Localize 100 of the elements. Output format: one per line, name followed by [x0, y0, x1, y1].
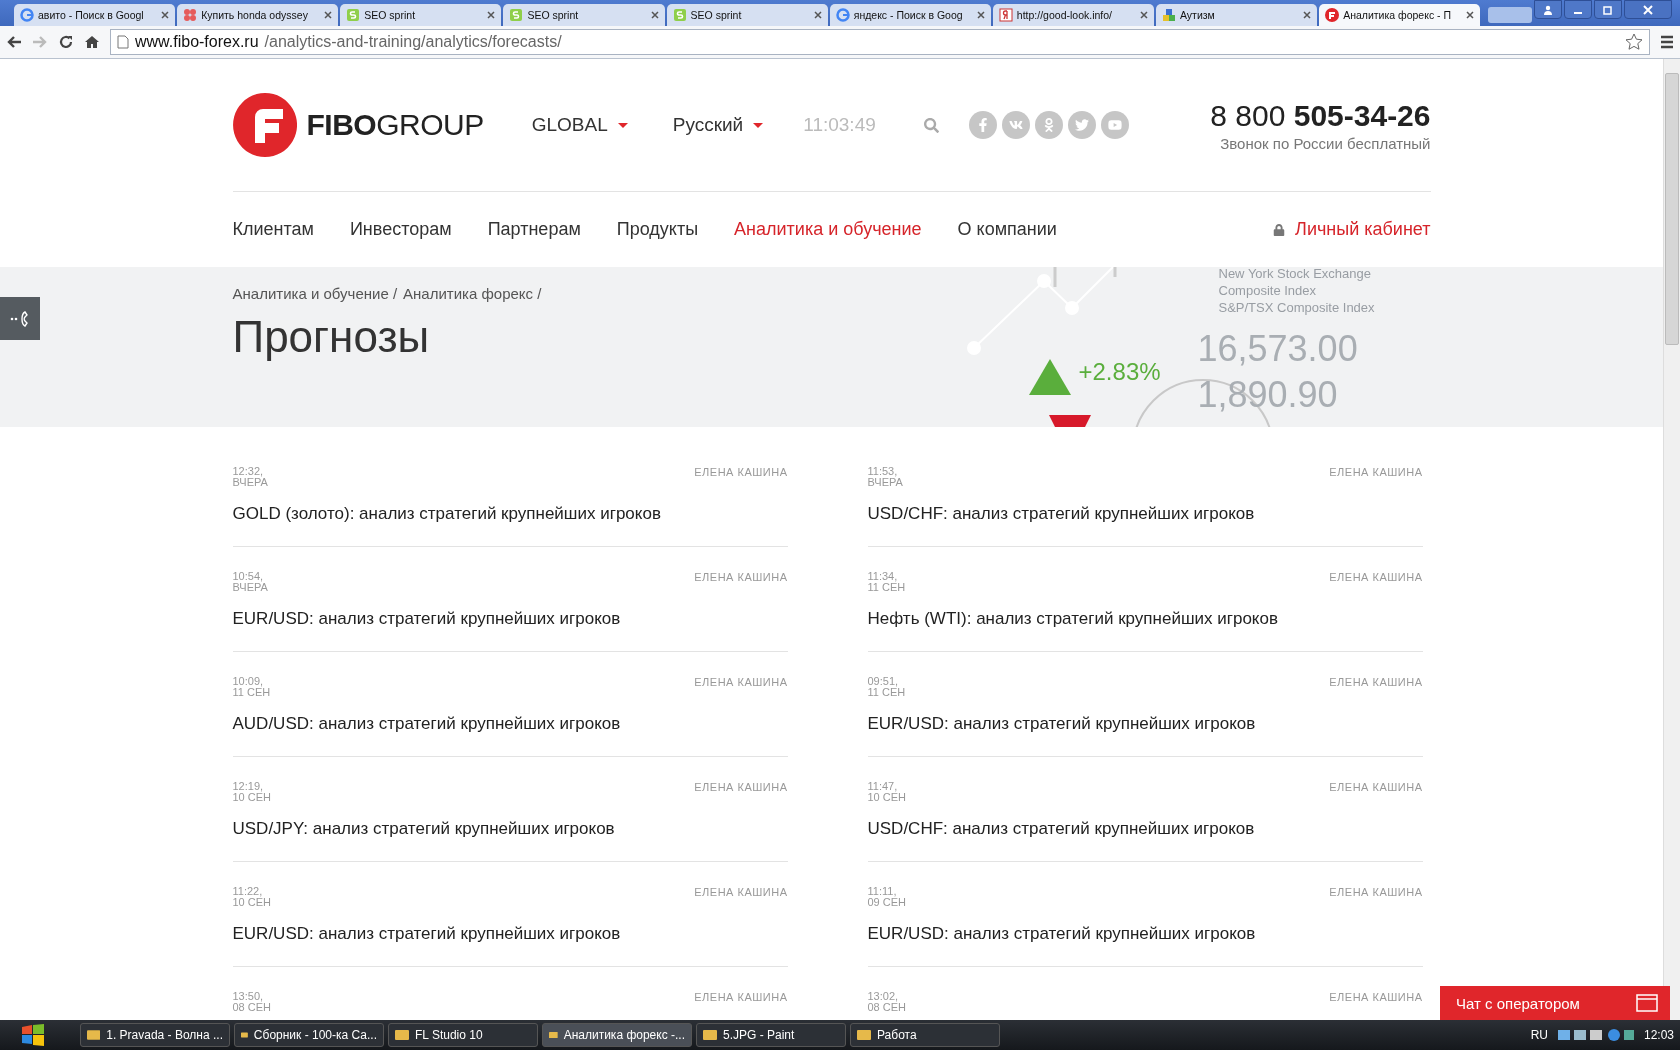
article-time: 11:47,	[867, 781, 899, 792]
browser-tab[interactable]: Аналитика форекс - П	[1319, 4, 1481, 26]
article-date: 11 СЕН	[867, 687, 906, 698]
brand-name: FIBOGROUP	[306, 108, 484, 142]
close-icon[interactable]	[813, 11, 822, 19]
index-value: 1,890.90	[1197, 375, 1338, 415]
nav-link[interactable]: Аналитика и обучение	[734, 219, 922, 240]
maximize-button[interactable]	[1594, 0, 1622, 19]
article-link[interactable]: GOLD (золото): анализ стратегий крупнейших игроков	[232, 504, 788, 524]
fibo-logo-icon[interactable]	[232, 93, 297, 157]
article-link[interactable]: EUR/USD: анализ стратегий крупнейших игроков	[867, 924, 1423, 944]
menu-icon[interactable]	[1660, 35, 1674, 49]
scrollbar[interactable]	[1663, 59, 1680, 1020]
article-author: ЕЛЕНА КАШИНА	[1329, 991, 1423, 1005]
nav-link[interactable]: Партнерам	[487, 219, 581, 240]
breadcrumb-link[interactable]: Аналитика форекс /	[403, 285, 542, 302]
article-time: 11:34,	[867, 571, 899, 582]
close-icon[interactable]	[650, 11, 659, 19]
article-link[interactable]: Нефть (WTI): анализ стратегий крупнейших игроков	[867, 609, 1423, 629]
article-author: ЕЛЕНА КАШИНА	[694, 991, 788, 1005]
close-icon	[1643, 4, 1653, 15]
reload-icon[interactable]	[58, 34, 74, 50]
article-author: ЕЛЕНА КАШИНА	[694, 571, 788, 585]
nav-link[interactable]: Клиентам	[232, 219, 314, 240]
system-clock: 12:03	[1643, 1028, 1674, 1042]
phone-note: Звонок по России бесплатный	[1220, 134, 1431, 152]
app-icon	[857, 1029, 871, 1041]
article-date: 08 СЕН	[232, 1002, 272, 1013]
taskbar-item[interactable]: Сборник - 100-ка Са...	[234, 1023, 384, 1047]
star-icon[interactable]	[1625, 33, 1643, 51]
article-author: ЕЛЕНА КАШИНА	[1329, 886, 1423, 900]
browser-tab[interactable]: SEO sprint	[503, 4, 665, 26]
nav-link[interactable]: Продукты	[616, 219, 699, 240]
app-icon	[395, 1029, 409, 1041]
callback-button[interactable]	[0, 297, 40, 340]
current-time: 11:03:49	[803, 114, 876, 136]
article-author: ЕЛЕНА КАШИНА	[1329, 781, 1423, 795]
article-time: 13:02,	[867, 991, 900, 1002]
article-date: ВЧЕРА	[232, 477, 268, 488]
article-link[interactable]: USD/CHF: анализ стратегий крупнейших игроков	[867, 819, 1423, 839]
article-link[interactable]: EUR/USD: анализ стратегий крупнейших игроков	[232, 609, 788, 629]
breadcrumb-link[interactable]: Аналитика и обучение /	[232, 285, 398, 302]
down-triangle-icon	[1048, 415, 1091, 427]
article-author: ЕЛЕНА КАШИНА	[1329, 466, 1423, 480]
input-language[interactable]: RU	[1530, 1028, 1548, 1042]
minimize-icon	[1574, 11, 1582, 14]
close-icon[interactable]	[1466, 11, 1475, 19]
address-bar[interactable]: www.fibo-forex.ru /analytics-and-training/analytics/forecasts/	[110, 29, 1650, 55]
taskbar-item[interactable]: 5.JPG - Paint	[696, 1023, 846, 1047]
article-link[interactable]: USD/CHF: анализ стратегий крупнейших игроков	[867, 504, 1423, 524]
browser-tab[interactable]: SEO sprint	[340, 4, 502, 26]
app-icon	[549, 1029, 558, 1041]
close-icon[interactable]	[1303, 11, 1312, 19]
blocks-icon	[1162, 8, 1176, 22]
article-date: 10 СЕН	[232, 792, 272, 803]
article-author: ЕЛЕНА КАШИНА	[1329, 571, 1423, 585]
google-icon	[20, 8, 34, 22]
article-date: 10 СЕН	[232, 897, 272, 908]
account-link[interactable]: Личный кабинет	[1273, 219, 1431, 240]
taskbar-item[interactable]: FL Studio 10	[388, 1023, 538, 1047]
article-link[interactable]: USD/JPY: анализ стратегий крупнейших игроков	[232, 819, 788, 839]
google-icon	[835, 8, 850, 22]
article-author: ЕЛЕНА КАШИНА	[694, 886, 788, 900]
taskbar-item[interactable]: 1. Pravada - Волна ...	[80, 1023, 230, 1047]
index-value: 16,573.00	[1197, 329, 1358, 369]
article-author: ЕЛЕНА КАШИНА	[1329, 676, 1423, 690]
language-dropdown[interactable]: Русский	[672, 114, 764, 136]
article-time: 11:22,	[232, 886, 264, 897]
close-icon[interactable]	[976, 11, 985, 19]
fibo-logo-icon	[1325, 8, 1340, 22]
article-link[interactable]: EUR/USD: анализ стратегий крупнейших игроков	[232, 924, 788, 944]
browser-tab[interactable]: http://good-look.info/	[992, 4, 1154, 26]
article-date: ВЧЕРА	[232, 582, 268, 593]
lock-icon	[1273, 223, 1286, 236]
nav-link[interactable]: О компании	[957, 219, 1057, 240]
browser-tab[interactable]: яндекс - Поиск в Goog	[829, 4, 991, 26]
browser-tab[interactable]: SEO sprint	[666, 4, 828, 26]
close-icon[interactable]	[161, 11, 170, 19]
region-dropdown[interactable]: GLOBAL	[531, 114, 628, 136]
minimize-button[interactable]	[1564, 0, 1592, 19]
close-icon[interactable]	[1140, 11, 1148, 19]
article-author: ЕЛЕНА КАШИНА	[694, 676, 788, 690]
taskbar-item[interactable]: Аналитика форекс -...	[542, 1023, 692, 1047]
browser-tab[interactable]: авито - Поиск в Googl	[14, 4, 176, 26]
close-button[interactable]	[1624, 0, 1672, 19]
close-icon[interactable]	[487, 11, 496, 19]
article-link[interactable]: AUD/USD: анализ стратегий крупнейших игроков	[232, 714, 788, 734]
browser-tab[interactable]: Купить honda odyssey	[177, 4, 339, 26]
article-link[interactable]: EUR/USD: анализ стратегий крупнейших игроков	[867, 714, 1423, 734]
dots-icon	[183, 8, 198, 22]
close-icon[interactable]	[324, 11, 333, 19]
taskbar-item[interactable]: Работа	[850, 1023, 1000, 1047]
back-icon[interactable]	[6, 35, 22, 49]
article-date: 11 СЕН	[867, 582, 906, 593]
nav-link[interactable]: Инвесторам	[349, 219, 452, 240]
tray-icons-drawing[interactable]	[1557, 1028, 1634, 1042]
home-icon[interactable]	[84, 34, 100, 50]
user-button[interactable]	[1534, 0, 1562, 19]
chat-button[interactable]: Чат с оператором	[1440, 986, 1670, 1020]
browser-tab[interactable]: Аутизм	[1156, 4, 1318, 26]
